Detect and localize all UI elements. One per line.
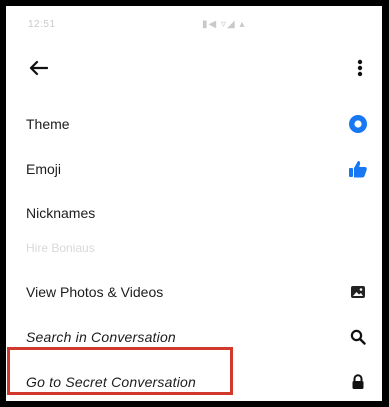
menu-item-view-photos-videos[interactable]: View Photos & Videos [6, 272, 382, 312]
search-icon [348, 327, 368, 347]
menu-item-nicknames[interactable]: Nicknames [6, 193, 382, 233]
theme-icon [348, 114, 368, 134]
more-options-button[interactable] [350, 54, 370, 82]
menu-item-faded[interactable]: Hire Boniaus [6, 231, 382, 265]
status-icons: ▮◀ ▿◢ ▴ [202, 19, 246, 30]
back-arrow-icon [29, 60, 48, 76]
menu-item-label: Hire Boniaus [26, 241, 95, 255]
thumbs-up-icon [348, 159, 368, 179]
status-time: 12:51 [28, 19, 56, 30]
menu-item-emoji[interactable]: Emoji [6, 149, 382, 189]
menu-item-label: Search in Conversation [26, 329, 176, 345]
menu-item-label: Theme [26, 116, 70, 132]
lock-icon [348, 372, 368, 392]
status-bar: 12:51 ▮◀ ▿◢ ▴ [6, 6, 382, 44]
app-bar [6, 44, 382, 96]
more-vertical-icon [357, 59, 363, 77]
menu-item-theme[interactable]: Theme [6, 104, 382, 144]
back-button[interactable] [24, 54, 52, 82]
highlight-box [7, 347, 233, 395]
photo-icon [348, 282, 368, 302]
menu-item-label: Emoji [26, 161, 62, 177]
menu-item-label: Nicknames [26, 205, 96, 221]
menu-item-label: View Photos & Videos [26, 284, 164, 300]
